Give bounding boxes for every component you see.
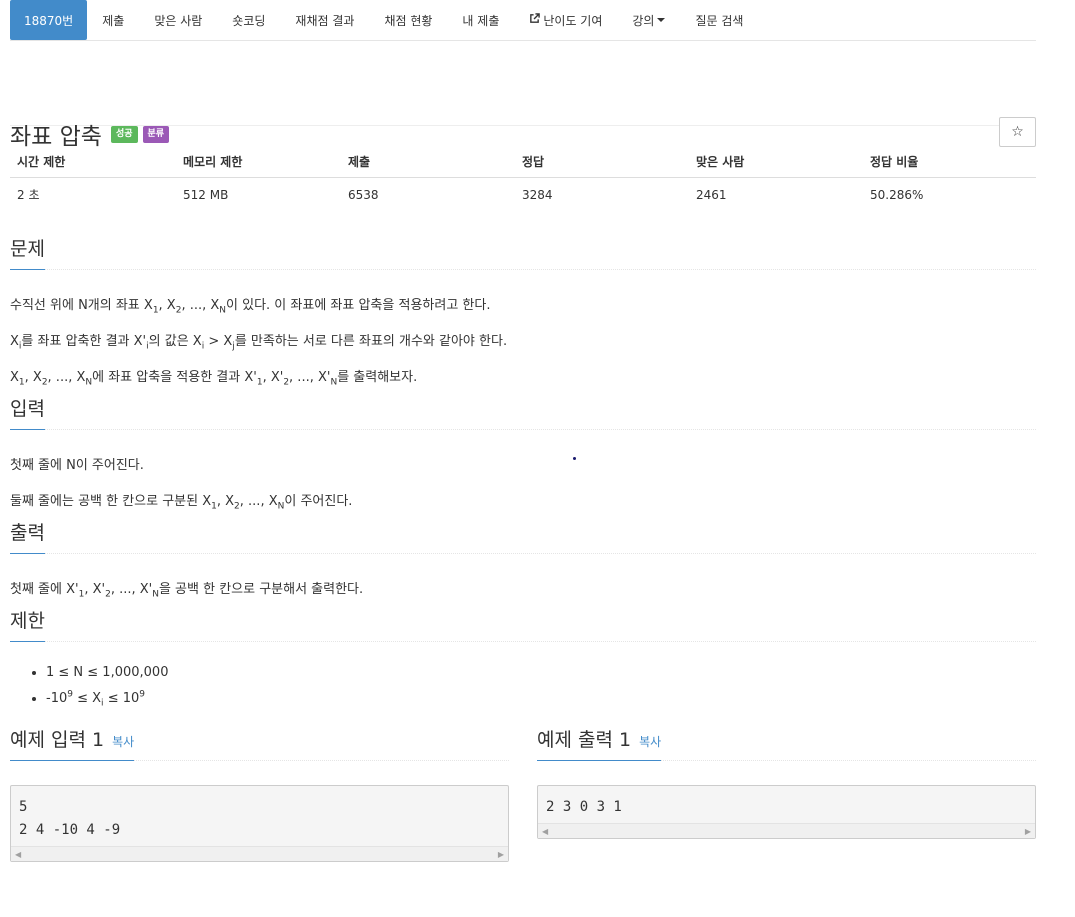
scroll-right-icon[interactable]: ▶ [1025, 827, 1031, 836]
nav-item-problem-number[interactable]: 18870번 [10, 0, 88, 40]
header-accept-ratio: 정답 비율 [863, 148, 1036, 178]
nav-item-question-search[interactable]: 질문 검색 [680, 0, 758, 40]
list-item: -109 ≤ Xi ≤ 109 [46, 686, 1036, 712]
sample-input-text: 5 2 4 -10 4 -9 [19, 799, 121, 838]
header-accepted: 정답 [515, 148, 689, 178]
problem-info-table: 시간 제한 메모리 제한 제출 정답 맞은 사람 정답 비율 2 초 512 M… [10, 148, 1036, 211]
input-line: 둘째 줄에는 공백 한 칸으로 구분된 X1, X2, ..., XN이 주어진… [10, 494, 353, 512]
nav-label: 재채점 결과 [295, 13, 355, 28]
memory-limit-value: 512 MB [183, 187, 229, 202]
section-title: 예제 출력 1 복사 [537, 725, 662, 761]
section-title: 예제 입력 1 복사 [10, 725, 135, 761]
nav-label: 난이도 기여 [543, 13, 603, 28]
time-limit-value: 2 초 [17, 188, 40, 202]
nav-item-status[interactable]: 채점 현황 [369, 0, 447, 40]
problem-page: 18870번 제출 맞은 사람 숏코딩 재채점 결과 채점 현황 내 제출 난이… [10, 0, 1036, 862]
sample-input-box: 5 2 4 -10 4 -9 ◀ ▶ [10, 785, 509, 862]
nav-label: 채점 현황 [384, 13, 433, 28]
header-submissions: 제출 [341, 148, 515, 178]
section-title: 문제 [10, 234, 45, 270]
table-row: 2 초 512 MB 6538 3284 2461 50.286% [10, 178, 1036, 212]
accept-ratio-value: 50.286% [870, 187, 924, 202]
nav-item-my-submissions[interactable]: 내 제출 [447, 0, 514, 40]
problem-header: 좌표 압축 성공 분류 ☆ [10, 41, 1036, 150]
nav-label: 숏코딩 [232, 13, 266, 28]
status-badge[interactable]: 성공 [110, 125, 138, 143]
output-line: 첫째 줄에 X'1, X'2, ..., X'N을 공백 한 칸으로 구분해서 … [10, 582, 364, 600]
horizontal-scrollbar[interactable]: ◀ ▶ [11, 846, 508, 861]
section-headline: 예제 출력 1 복사 [537, 726, 1036, 761]
solvers-value: 2461 [696, 187, 727, 202]
input-section: 입력 첫째 줄에 N이 주어진다. 둘째 줄에는 공백 한 칸으로 구분된 X1… [10, 395, 1036, 511]
section-headline: 제한 [10, 607, 1036, 642]
description-line: X1, X2, ..., XN에 좌표 압축을 적용한 결과 X'1, X'2,… [10, 370, 418, 388]
nav-label: 제출 [102, 13, 125, 28]
list-item: 1 ≤ N ≤ 1,000,000 [46, 660, 1036, 686]
scroll-left-icon[interactable]: ◀ [15, 850, 21, 859]
star-icon: ☆ [1011, 124, 1024, 140]
sample-output-text: 2 3 0 3 1 [546, 799, 622, 815]
section-headline: 입력 [10, 395, 1036, 430]
section-headline: 출력 [10, 519, 1036, 554]
copy-input-button[interactable]: 복사 [112, 735, 134, 749]
nav-item-rejudge[interactable]: 재채점 결과 [280, 0, 369, 40]
sample-input-panel: 예제 입력 1 복사 5 2 4 -10 4 -9 ◀ ▶ [10, 726, 509, 862]
section-title: 제한 [10, 606, 45, 642]
limit-list: 1 ≤ N ≤ 1,000,000 -109 ≤ Xi ≤ 109 [10, 660, 1036, 712]
section-title: 입력 [10, 394, 45, 430]
nav-label: 18870번 [24, 13, 74, 28]
header-solvers: 맞은 사람 [689, 148, 863, 178]
section-headline: 문제 [10, 235, 1036, 270]
nav-label: 맞은 사람 [154, 13, 203, 28]
description-line: Xi를 좌표 압축한 결과 X'i의 값은 Xi > Xj를 만족하는 서로 다… [10, 334, 508, 352]
nav-item-short-coding[interactable]: 숏코딩 [217, 0, 280, 40]
description-line: 수직선 위에 N개의 좌표 X1, X2, ..., XN이 있다. 이 좌표에… [10, 298, 491, 316]
scroll-right-icon[interactable]: ▶ [498, 850, 504, 859]
input-body: 첫째 줄에 N이 주어진다. 둘째 줄에는 공백 한 칸으로 구분된 X1, X… [10, 430, 1036, 511]
favorite-button[interactable]: ☆ [999, 117, 1036, 147]
copy-output-button[interactable]: 복사 [639, 735, 661, 749]
submissions-value: 6538 [348, 187, 379, 202]
accepted-value: 3284 [522, 187, 553, 202]
external-link-icon [529, 13, 541, 27]
limit-section: 제한 1 ≤ N ≤ 1,000,000 -109 ≤ Xi ≤ 109 [10, 607, 1036, 712]
problem-nav: 18870번 제출 맞은 사람 숏코딩 재채점 결과 채점 현황 내 제출 난이… [10, 0, 1036, 41]
output-section: 출력 첫째 줄에 X'1, X'2, ..., X'N을 공백 한 칸으로 구분… [10, 519, 1036, 599]
nav-label: 질문 검색 [695, 13, 744, 28]
nav-item-difficulty[interactable]: 난이도 기여 [514, 0, 617, 40]
input-line: 첫째 줄에 N이 주어진다. [10, 458, 144, 473]
scroll-left-icon[interactable]: ◀ [542, 827, 548, 836]
section-headline: 예제 입력 1 복사 [10, 726, 509, 761]
caret-down-icon [657, 18, 666, 22]
nav-item-solvers[interactable]: 맞은 사람 [139, 0, 217, 40]
nav-label: 강의 [632, 13, 655, 28]
description-section: 문제 수직선 위에 N개의 좌표 X1, X2, ..., XN이 있다. 이 … [10, 235, 1036, 387]
examples-row: 예제 입력 1 복사 5 2 4 -10 4 -9 ◀ ▶ 예제 출력 1 복사 2… [10, 726, 1036, 862]
problem-title: 좌표 압축 [10, 124, 102, 150]
output-body: 첫째 줄에 X'1, X'2, ..., X'N을 공백 한 칸으로 구분해서 … [10, 554, 1036, 599]
sample-output-box: 2 3 0 3 1 ◀ ▶ [537, 785, 1036, 839]
section-title: 출력 [10, 518, 45, 554]
header-memory-limit: 메모리 제한 [176, 148, 341, 178]
horizontal-scrollbar[interactable]: ◀ ▶ [538, 823, 1035, 838]
nav-item-submit[interactable]: 제출 [87, 0, 139, 40]
nav-item-lectures[interactable]: 강의 [617, 0, 680, 40]
nav-label: 내 제출 [462, 13, 500, 28]
header-time-limit: 시간 제한 [10, 148, 176, 178]
description-body: 수직선 위에 N개의 좌표 X1, X2, ..., XN이 있다. 이 좌표에… [10, 270, 1036, 387]
sample-output-panel: 예제 출력 1 복사 2 3 0 3 1 ◀ ▶ [537, 726, 1036, 862]
category-badge[interactable]: 분류 [142, 125, 170, 143]
table-header-row: 시간 제한 메모리 제한 제출 정답 맞은 사람 정답 비율 [10, 148, 1036, 178]
